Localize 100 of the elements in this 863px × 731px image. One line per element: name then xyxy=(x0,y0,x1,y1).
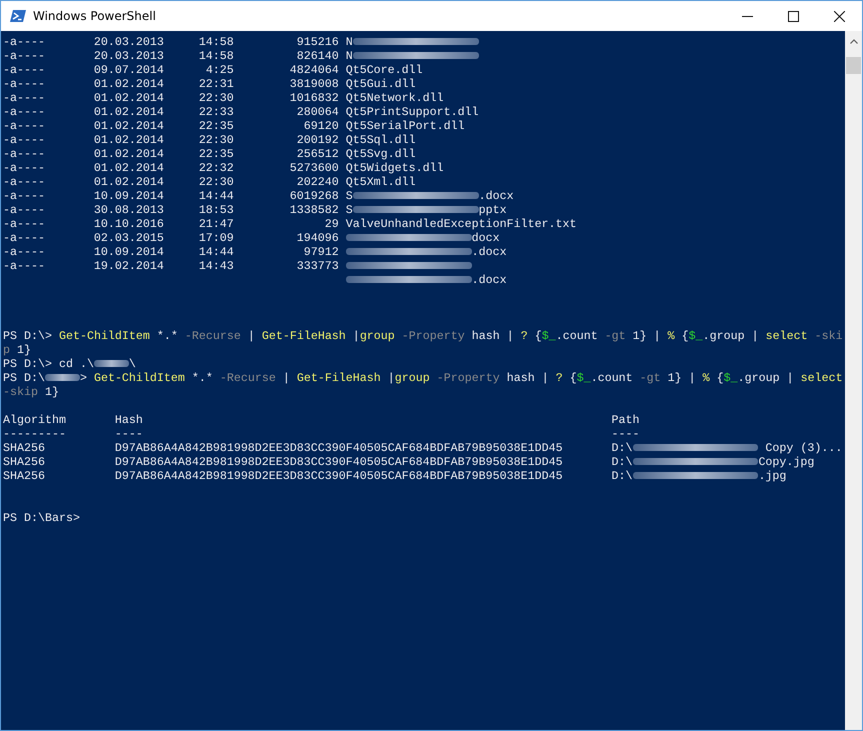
file-name: Qt5PrintSupport.dll xyxy=(346,105,479,119)
hash-cell-text: D97AB86A4A842B981998D2EE3D83CC390F40505CAF684BDFAB79B95038E1DD45 xyxy=(114,441,564,455)
mode-cell-text: -a---- xyxy=(3,63,46,77)
hash-cell-text: D97AB86A4A842B981998D2EE3D83CC390F40505CAF684BDFAB79B95038E1DD45 xyxy=(114,469,564,483)
file-name: S .docx xyxy=(346,189,514,203)
mode-cell-text: -a---- xyxy=(3,49,46,63)
time-cell-text: 22:30 xyxy=(198,91,234,105)
size-cell-text: 5273600 xyxy=(288,161,339,175)
size-cell-text: 29 xyxy=(324,217,339,231)
command-line: PS D:\ > Get-ChildItem *.* -Recurse | Get-FileHash |group -Property hash | ? {$_.count -gt 1} | % {$_.group | select xyxy=(3,371,843,385)
size-cell-text: 69120 xyxy=(302,119,339,133)
size-cell-text: 97912 xyxy=(302,245,339,259)
scrollbar-thumb[interactable] xyxy=(846,57,861,74)
date-cell: 01.02.2014 xyxy=(94,175,164,189)
command-line: PS D:\> Get-ChildItem *.* -Recurse | Get-FileHash |group -Property hash | ? {$_.count -gt 1} | % {$_.group | select -ski xyxy=(3,329,843,343)
date-cell: 01.02.2014 xyxy=(94,119,164,133)
hash-cell-text: Hash xyxy=(114,413,144,427)
scrollbar[interactable] xyxy=(845,31,862,730)
path-cell: D:\ Copy.jpg xyxy=(612,455,814,469)
date-cell: 30.08.2013 xyxy=(94,203,164,217)
date-cell: 09.07.2014 xyxy=(94,63,164,77)
mode-cell-text: -a---- xyxy=(3,175,46,189)
mode-cell-text: -a---- xyxy=(3,133,46,147)
hash-cell-text: ---- xyxy=(114,427,144,441)
file-name: docx xyxy=(346,231,500,245)
time-cell-text: 21:47 xyxy=(198,217,234,231)
size-cell-text: 194096 xyxy=(296,231,339,245)
size-cell-text: 333773 xyxy=(296,259,339,273)
size-cell-text: 202240 xyxy=(296,175,339,189)
path-cell: ---- xyxy=(612,427,640,441)
date-cell: 20.03.2013 xyxy=(94,35,164,49)
time-cell-text: 22:32 xyxy=(198,161,234,175)
file-name: Qt5Gui.dll xyxy=(346,77,416,91)
mode-cell-text: -a---- xyxy=(3,105,46,119)
size-cell-text: 1338582 xyxy=(288,203,339,217)
command-line: p 1} xyxy=(3,343,31,357)
time-cell-text: 22:30 xyxy=(198,175,234,189)
time-cell-text: 14:44 xyxy=(198,189,234,203)
window-title: Windows PowerShell xyxy=(33,9,156,23)
path-cell: Path xyxy=(612,413,640,427)
mode-cell-text: -a---- xyxy=(3,147,46,161)
size-cell-text: 4824064 xyxy=(288,63,339,77)
mode-cell-text: -a---- xyxy=(3,161,46,175)
time-cell-text: 22:35 xyxy=(198,147,234,161)
mode-cell-text: -a---- xyxy=(3,189,46,203)
file-name: Qt5Svg.dll xyxy=(346,147,416,161)
terminal-prompt-icon xyxy=(10,9,26,23)
mode-cell-text: -a---- xyxy=(3,203,46,217)
time-cell-text: 17:09 xyxy=(198,231,234,245)
date-cell: 01.02.2014 xyxy=(94,105,164,119)
scroll-up-icon[interactable] xyxy=(850,39,858,44)
date-cell: 01.02.2014 xyxy=(94,133,164,147)
size-cell-text: 6019268 xyxy=(288,189,339,203)
date-cell: 19.02.2014 xyxy=(94,259,164,273)
time-cell-text: 22:31 xyxy=(198,77,234,91)
date-cell: 01.02.2014 xyxy=(94,147,164,161)
mode-cell-text: -a---- xyxy=(3,245,46,259)
time-cell-text: 22:33 xyxy=(198,105,234,119)
date-cell: 20.03.2013 xyxy=(94,49,164,63)
hash-cell-text: D97AB86A4A842B981998D2EE3D83CC390F40505CAF684BDFAB79B95038E1DD45 xyxy=(114,455,564,469)
mode-cell-text: -a---- xyxy=(3,77,46,91)
time-cell-text: 22:30 xyxy=(198,133,234,147)
file-name: ValveUnhandledExceptionFilter.txt xyxy=(346,217,577,231)
algorithm-cell-text: --------- xyxy=(3,427,67,441)
time-cell-text: 14:43 xyxy=(198,259,234,273)
date-cell: 10.10.2016 xyxy=(94,217,164,231)
mode-cell-text: -a---- xyxy=(3,231,46,245)
mode-cell-text: -a---- xyxy=(3,35,46,49)
mode-cell-text: -a---- xyxy=(3,259,46,273)
path-cell: D:\ Copy (3)... xyxy=(612,441,842,455)
date-cell: 02.03.2015 xyxy=(94,231,164,245)
algorithm-cell-text: SHA256 xyxy=(3,469,46,483)
time-cell-text: 4:25 xyxy=(204,63,234,77)
file-name: .docx xyxy=(346,245,507,259)
maximize-icon xyxy=(788,10,798,22)
path-cell: D:\ .jpg xyxy=(612,469,786,483)
mode-cell-text: -a---- xyxy=(3,119,46,133)
command-line: PS D:\> cd .\ \ xyxy=(3,357,136,371)
close-icon xyxy=(834,10,844,22)
file-name: Qt5Sql.dll xyxy=(346,133,416,147)
time-cell-text: 14:44 xyxy=(198,245,234,259)
date-cell: 01.02.2014 xyxy=(94,77,164,91)
size-cell-text: 3819008 xyxy=(288,77,339,91)
mode-cell-text: -a---- xyxy=(3,217,46,231)
time-cell-text: 14:58 xyxy=(198,49,234,63)
size-cell-text: 826140 xyxy=(296,49,339,63)
date-cell: 10.09.2014 xyxy=(94,245,164,259)
algorithm-cell-text: SHA256 xyxy=(3,441,46,455)
time-cell-text: 14:58 xyxy=(198,35,234,49)
size-cell-text: 1016832 xyxy=(288,91,339,105)
file-name: .docx xyxy=(346,273,507,287)
date-cell: 10.09.2014 xyxy=(94,189,164,203)
size-cell-text: 915216 xyxy=(296,35,339,49)
command-line: PS D:\Bars> xyxy=(3,511,80,525)
time-cell-text: 18:53 xyxy=(198,203,234,217)
size-cell-text: 280064 xyxy=(296,105,339,119)
file-name: Qt5Xml.dll xyxy=(346,175,416,189)
size-cell-text: 200192 xyxy=(296,133,339,147)
time-cell-text: 22:35 xyxy=(198,119,234,133)
command-line: -skip 1} xyxy=(3,385,59,399)
